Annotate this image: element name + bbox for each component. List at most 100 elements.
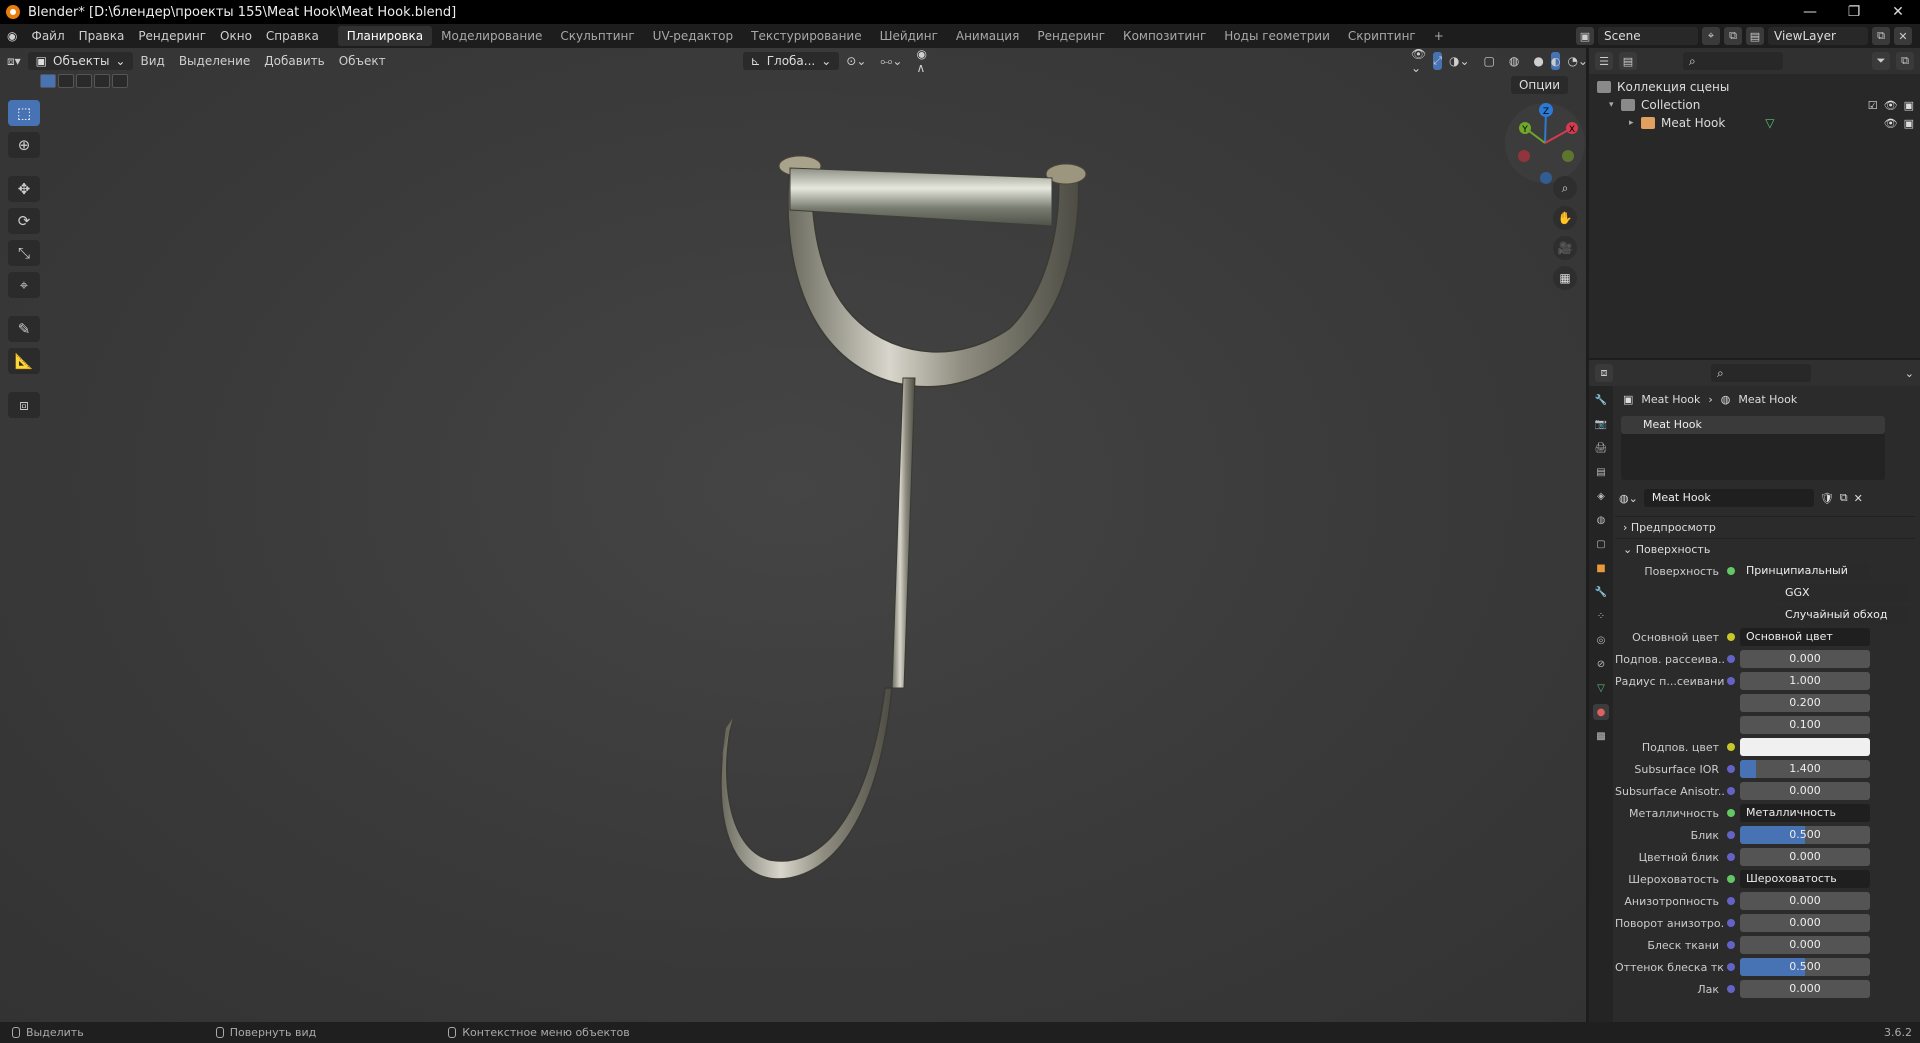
eye-icon[interactable]: 👁 [1884,99,1898,112]
particles-tab-icon[interactable]: ⁘ [1593,608,1609,624]
value-slider[interactable]: 0.000 [1740,936,1870,954]
pan-hand-icon[interactable]: ✋ [1553,206,1577,230]
output-tab-icon[interactable]: 🖨 [1593,440,1609,456]
menu-window[interactable]: Окно [213,24,259,48]
tab-modeling[interactable]: Моделирование [432,26,551,46]
surface-shader-field[interactable]: Принципиальный BSDF [1740,562,1870,580]
value-slider[interactable]: 1.000 [1740,672,1870,690]
eye-icon[interactable]: 👁 [1884,117,1898,130]
socket-dot-icon[interactable] [1727,787,1735,795]
outliner-row-meat-hook[interactable]: ▸ Meat Hook ▽ 👁 ▣ [1589,114,1920,132]
tab-rendering[interactable]: Рендеринг [1028,26,1114,46]
blender-menu-icon[interactable]: ◉ [0,24,24,48]
zoom-icon[interactable]: ⌕ [1553,176,1577,200]
menu-help[interactable]: Справка [259,24,326,48]
socket-dot-icon[interactable] [1727,875,1735,883]
fake-user-icon[interactable]: 🛡 [1820,492,1834,505]
tab-compositing[interactable]: Композитинг [1114,26,1215,46]
world-tab-icon[interactable]: ◍ [1593,512,1609,528]
distribution-dropdown[interactable]: GGX [1779,584,1909,602]
value-slider[interactable]: 0.200 [1740,694,1870,712]
socket-dot-icon[interactable] [1727,941,1735,949]
perspective-grid-icon[interactable]: ▦ [1553,266,1577,290]
tab-shading[interactable]: Шейдинг [871,26,947,46]
menu-file[interactable]: Файл [24,24,71,48]
maximize-button[interactable]: ❐ [1832,0,1876,24]
view-layer-tab-icon[interactable]: ▤ [1593,464,1609,480]
socket-dot-icon[interactable] [1727,919,1735,927]
value-slider[interactable]: 0.000 [1740,848,1870,866]
outliner-editor-icon[interactable]: ☰ [1595,52,1613,70]
remove-viewlayer-icon[interactable]: ✕ [1894,27,1912,45]
socket-dot-icon[interactable] [1727,831,1735,839]
value-slider[interactable]: 0.000 [1740,980,1870,998]
linked-input-field[interactable]: Основной цвет [1740,628,1870,646]
data-tab-icon[interactable]: ▽ [1593,680,1609,696]
chevron-down-icon[interactable]: ⌄ [1905,367,1914,380]
tab-uv-editing[interactable]: UV-редактор [644,26,742,46]
minimize-button[interactable]: — [1788,0,1832,24]
socket-dot-icon[interactable] [1727,853,1735,861]
scene-field[interactable]: Scene [1598,27,1698,45]
object-tab-icon[interactable]: ■ [1593,560,1609,576]
value-slider[interactable]: 0.000 [1740,782,1870,800]
value-slider[interactable]: 0.000 [1740,892,1870,910]
value-slider[interactable]: 0.500 [1740,826,1870,844]
tab-scripting[interactable]: Скриптинг [1339,26,1425,46]
tab-animation[interactable]: Анимация [947,26,1028,46]
linked-input-field[interactable]: Металличность [1740,804,1870,822]
socket-dot-icon[interactable] [1727,809,1735,817]
value-slider[interactable]: 0.000 [1740,650,1870,668]
material-tab-icon[interactable]: ● [1593,704,1609,720]
3d-viewport[interactable]: ⧈▾ ▣ Объекты ⌄ Вид Выделение Добавить Объе… [0,48,1586,1022]
camera-icon[interactable]: ▣ [1904,117,1914,130]
properties-search-input[interactable]: ⌕ [1711,364,1811,382]
display-mode-icon[interactable]: ▤ [1619,52,1637,70]
outliner-row-scene-collection[interactable]: Коллекция сцены [1589,78,1920,96]
camera-icon[interactable]: ▣ [1904,99,1914,112]
render-tab-icon[interactable]: 📷 [1593,416,1609,432]
add-workspace-button[interactable]: + [1425,26,1453,46]
new-collection-icon[interactable]: ⧉ [1896,52,1914,70]
tab-sculpting[interactable]: Скульптинг [551,26,643,46]
socket-dot-icon[interactable] [1727,985,1735,993]
tab-geometry-nodes[interactable]: Ноды геометрии [1215,26,1339,46]
constraints-tab-icon[interactable]: ⊘ [1593,656,1609,672]
menu-edit[interactable]: Правка [72,24,132,48]
modifier-tab-icon[interactable]: 🔧 [1593,584,1609,600]
socket-dot-icon[interactable] [1727,677,1735,685]
menu-render[interactable]: Рендеринг [131,24,213,48]
outliner-row-collection[interactable]: ▾ Collection ☑ 👁 ▣ [1589,96,1920,114]
tab-layout[interactable]: Планировка [337,26,433,46]
outliner-search-input[interactable]: ⌕ [1683,52,1783,70]
socket-dot-icon[interactable] [1727,743,1735,751]
value-slider[interactable]: 1.400 [1740,760,1870,778]
meat-hook-model[interactable] [0,48,1586,1022]
socket-dot-icon[interactable] [1727,633,1735,641]
new-scene-icon[interactable]: ⧉ [1724,27,1742,45]
color-swatch[interactable] [1740,738,1870,756]
texture-tab-icon[interactable]: ▩ [1593,728,1609,744]
subsurface-method-dropdown[interactable]: Случайный обход [1779,606,1909,624]
socket-dot-icon[interactable] [1727,963,1735,971]
expand-arrow-icon[interactable]: ▾ [1609,100,1621,110]
socket-dot-icon[interactable] [1727,765,1735,773]
value-slider[interactable]: 0.100 [1740,716,1870,734]
value-slider[interactable]: 0.000 [1740,914,1870,932]
unlink-material-icon[interactable]: ✕ [1854,492,1863,505]
filter-icon[interactable]: ⏷ [1872,52,1890,70]
value-slider[interactable]: 0.500 [1740,958,1870,976]
properties-editor-icon[interactable]: ⧈ [1595,364,1613,382]
material-name-field[interactable]: Meat Hook [1643,489,1814,507]
scene-tab-icon[interactable]: ◈ [1593,488,1609,504]
scene-icon[interactable]: ▣ [1576,27,1594,45]
tool-tab-icon[interactable]: 🔧 [1593,392,1609,408]
tab-texture-paint[interactable]: Текстурирование [742,26,870,46]
socket-dot-icon[interactable] [1727,655,1735,663]
expand-arrow-icon[interactable]: ▸ [1629,118,1641,128]
physics-tab-icon[interactable]: ◎ [1593,632,1609,648]
navigation-gizmo[interactable]: Z Y X [1500,98,1586,188]
duplicate-material-icon[interactable]: ⧉ [1840,491,1848,505]
material-browse-icon[interactable]: ◍⌄ [1619,492,1638,505]
socket-dot-icon[interactable] [1727,897,1735,905]
